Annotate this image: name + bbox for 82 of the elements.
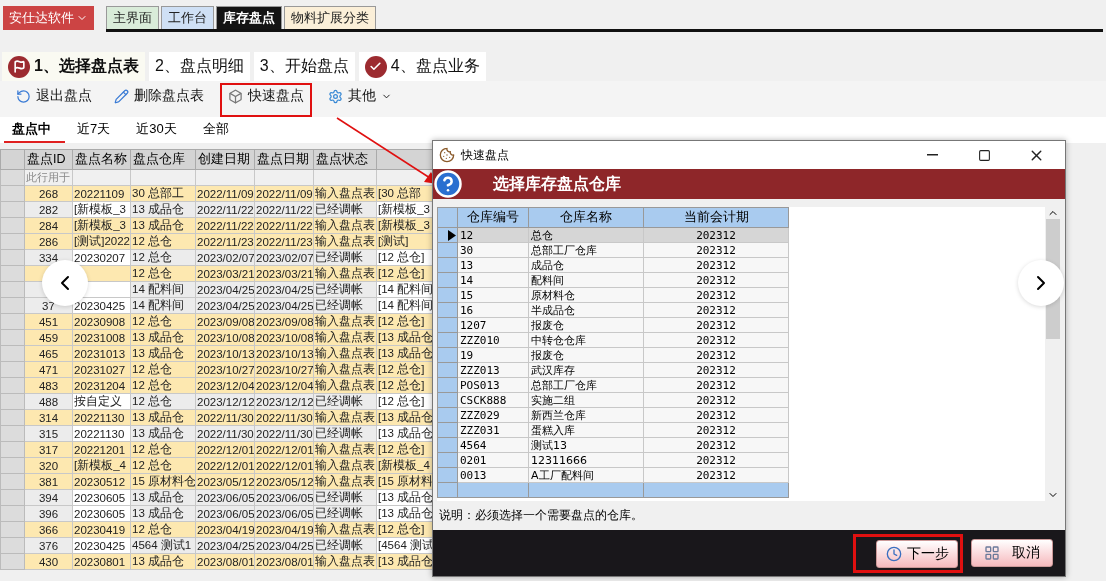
table-row[interactable]: CSCK888 实施二组 202312 [437, 392, 789, 408]
toolbar-button[interactable]: 删除盘点表 [108, 83, 210, 109]
toolbar-button[interactable]: 退出盘点 [10, 83, 98, 109]
table-row[interactable]: 483 20231204 12 总仓 2023/12/042023/12/04输入盘点表 [12 总仓] [0, 377, 435, 394]
table-row[interactable]: 12 总仓 202312 [437, 227, 789, 243]
dialog-button[interactable]: 取消 [971, 539, 1053, 567]
table-row[interactable]: 268 20221109 30 总部工 2022/11/09 2022/11/09 输入盘点表 [30 总部 [0, 185, 435, 202]
maximize-icon [977, 148, 991, 162]
table-row[interactable]: 315 20221130 13 成品仓 2022/11/30 2022/11/30 已经调帐 [13 成品仓 [0, 425, 435, 442]
table-row[interactable]: 286 [测试]2022 12 总仓 2022/11/23 2022/11/23 输入盘点表 [测试] [0, 233, 435, 250]
table-row[interactable]: 1207 报废仓 202312 [437, 317, 789, 333]
tab[interactable]: 主界面 [106, 6, 159, 29]
filter-tab[interactable]: 全部 [194, 117, 243, 143]
settings-icon [328, 88, 343, 104]
table-row[interactable]: POS013 总部工厂仓库 202312 [437, 377, 789, 393]
tab[interactable]: 库存盘点 [216, 6, 282, 29]
toolbar-button[interactable]: 其他 [322, 83, 398, 109]
table-row[interactable]: ZZZ010 中转仓仓库 202312 [437, 332, 789, 348]
table-row[interactable]: 488 按自定义 12 总仓 2023/12/122023/12/12 已经调帐 [12 总仓] [0, 393, 435, 410]
flag-icon [8, 55, 30, 78]
table-row[interactable]: 30 总部工厂仓库 202312 [437, 242, 789, 258]
table-row[interactable]: 320 [新模板_4 12 总仓 2022/12/012022/12/01输入盘点表 [新模板_4 [0, 457, 435, 474]
note-text: 说明：必须选择一个需要盘点的仓库。 [438, 507, 644, 524]
filter-tab[interactable]: 近30天 [128, 117, 191, 143]
undo-icon [16, 88, 31, 104]
step-tab[interactable]: 1、选择盘点表 [2, 52, 145, 81]
table-row[interactable]: 14 配料间 202312 [437, 272, 789, 288]
table-row[interactable]: ZZZ031 蛋糕入库 202312 [437, 422, 789, 438]
table-row[interactable]: 37 20230425 14 配料间 2023/04/252023/04/25 已经调帐 [14 配料间 [0, 297, 435, 314]
column-header: 盘点ID [24, 149, 73, 170]
table-row[interactable]: 465 20231013 13 成品仓 2023/10/132023/10/13输入盘点表 [13 成品仓 [0, 345, 435, 362]
dialog-heading: 选择库存盘点仓库 [493, 173, 621, 194]
dialog-button[interactable]: 下一步 [876, 539, 958, 568]
minimize-icon [926, 154, 938, 156]
table-row[interactable]: 317 20221201 12 总仓 2022/12/012022/12/01输入盘点表 [12 总仓] [0, 441, 435, 458]
step-tab[interactable]: 4、盘点业务 [358, 52, 486, 81]
table-row[interactable]: 13 成品仓 202312 [437, 257, 789, 273]
filter-tab[interactable]: 近7天 [69, 117, 125, 143]
table-row[interactable]: 15 原材料仓 202312 [437, 287, 789, 303]
grid-icon [984, 545, 1000, 561]
row-pointer-icon [448, 229, 456, 241]
step-tab[interactable]: 3、开始盘点 [253, 52, 355, 81]
pencil-icon [114, 88, 129, 104]
corner-header [0, 149, 25, 170]
table-row[interactable]: 282 [新模板_3 13 成品仓 2022/11/22 2022/11/22 已经调帐 [新模板_3 [0, 201, 435, 218]
table-row[interactable]: 396 20230605 13 成品仓 2023/06/052023/06/05 已经调帐 [13 成品仓 [0, 505, 435, 522]
table-row[interactable]: 4564 测试13 202312 [437, 437, 789, 453]
column-header: 创建日期 [195, 149, 255, 170]
clock-icon [885, 545, 902, 562]
table-row[interactable]: 19 报废仓 202312 [437, 347, 789, 363]
box-icon [228, 88, 243, 104]
corner-header [437, 207, 458, 228]
app-icon [439, 147, 455, 163]
table-row[interactable]: 0201 12311666 202312 [437, 452, 789, 468]
table-row[interactable]: 314 20221130 13 成品仓 2022/11/30 2022/11/30 输入盘点表 [13 成品仓 [0, 409, 435, 426]
table-row[interactable]: 366 20230419 12 总仓 2023/04/192023/04/19输入盘点表 [12 总仓] [0, 521, 435, 538]
table-row[interactable]: 459 20231008 13 成品仓 2023/10/082023/10/08输入盘点表 [13 成品仓 [0, 329, 435, 346]
step-tab[interactable]: 2、盘点明细 [148, 52, 250, 81]
column-header: 仓库名称 [528, 207, 644, 228]
table-row[interactable]: 471 20231027 12 总仓 2023/10/272023/10/27输入盘点表 [12 总仓] [0, 361, 435, 378]
table-row[interactable]: ZZZ013 武汉库存 202312 [437, 362, 789, 378]
tab[interactable]: 物料扩展分类 [284, 6, 376, 29]
table-row[interactable]: 394 20230605 13 成品仓 2023/06/052023/06/05 已经调帐 [13 成品仓 [0, 489, 435, 506]
column-header: 盘点状态 [313, 149, 377, 170]
column-header: 当前会计期 [643, 207, 789, 228]
filter-tab[interactable]: 盘点中 [4, 117, 65, 143]
table-row[interactable]: ZZZ029 新西兰仓库 202312 [437, 407, 789, 423]
column-header: 盘点日期 [254, 149, 314, 170]
app-menu-button[interactable]: 安仕达软件 [3, 6, 94, 30]
tab[interactable]: 工作台 [161, 6, 214, 29]
table-row[interactable]: 0013 A工厂配料间 202312 [437, 467, 789, 483]
table-row[interactable]: 451 20230908 12 总仓 2023/09/082023/09/08输入盘点表 [12 总仓] [0, 313, 435, 330]
check-icon [364, 55, 387, 78]
column-header: 盘点名称 [72, 149, 131, 170]
table-row[interactable]: 16 半成品仓 202312 [437, 302, 789, 318]
table-row[interactable]: 430 20230801 13 成品仓 2023/08/012023/08/01输入盘点表 [13 成品仓 [0, 553, 435, 570]
table-row[interactable]: 334 20230207 12 总仓 2023/02/072023/02/07 已经调帐 [12 总仓] [0, 249, 435, 266]
window-title: 快速盘点 [461, 146, 510, 164]
toolbar-button[interactable]: 快速盘点 [220, 83, 312, 117]
table-row[interactable]: 284 [新模板_3 13 成品仓 2022/11/22 2022/11/22 输入盘点表 [新模板_3 [0, 217, 435, 234]
column-header: 盘点仓库 [130, 149, 196, 170]
column-header: 仓库编号 [457, 207, 529, 228]
